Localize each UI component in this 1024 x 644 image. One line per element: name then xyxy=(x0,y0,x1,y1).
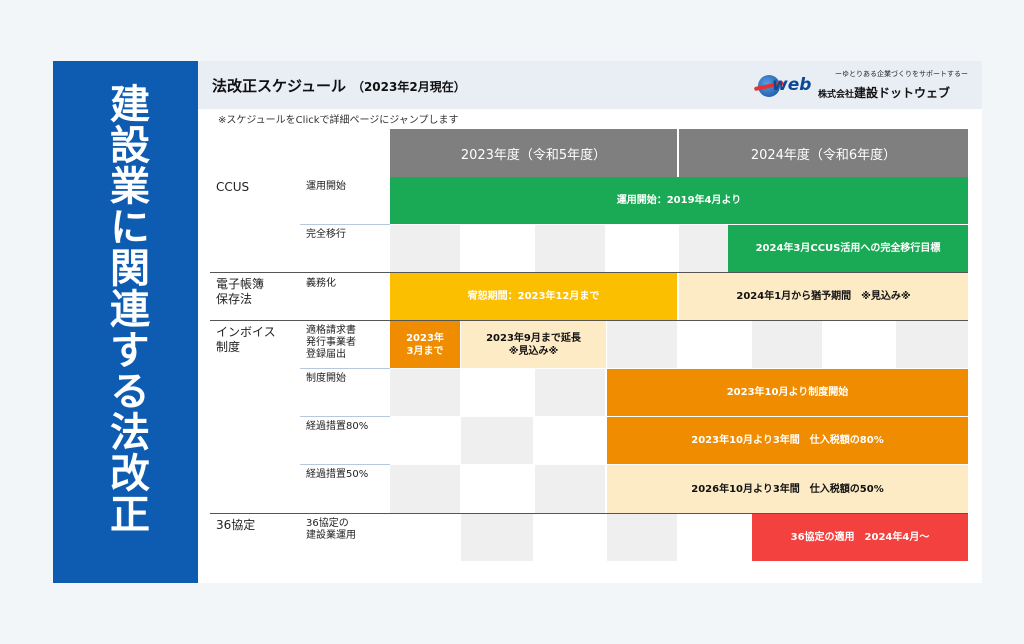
year-header-2024: 2024年度（令和6年度） xyxy=(679,129,968,177)
logo-company: 株式会社建設ドットウェブ xyxy=(818,84,950,101)
sub-unyou: 運用開始 xyxy=(306,181,346,192)
sub-36-line2: 建設業運用 xyxy=(306,530,356,541)
sub-tekikaku-line2: 発行事業者 xyxy=(306,337,356,348)
row-divider xyxy=(300,224,390,225)
bar-ccus-unyou[interactable]: 運用開始：2019年4月より xyxy=(390,177,968,224)
sub-kanzen: 完全移行 xyxy=(306,229,346,240)
sub-gimu: 義務化 xyxy=(306,278,336,289)
bar-invoice-50[interactable]: 2026年10月より3年間 仕入税額の50% xyxy=(607,465,968,513)
grid-cell xyxy=(896,321,968,368)
grid-cell xyxy=(607,321,677,368)
category-invoice: インボイス 制度 xyxy=(216,325,276,355)
sub-tekikaku-line1: 適格請求書 xyxy=(306,325,356,336)
sub-tekikaku: 適格請求書 発行事業者 登録届出 xyxy=(306,325,356,361)
grid-cell xyxy=(752,321,822,368)
bar-invoice-seido[interactable]: 2023年10月より制度開始 xyxy=(607,369,968,416)
bar-invoice-encho-line2: ※見込み※ xyxy=(508,345,559,357)
sub-36: 36協定の 建設業運用 xyxy=(306,518,356,542)
year-header-2023: 2023年度（令和5年度） xyxy=(390,129,677,177)
sub-tekikaku-line3: 登録届出 xyxy=(306,349,346,360)
bar-36-tekiyou[interactable]: 36協定の適用 2024年4月～ xyxy=(752,514,968,561)
category-36: 36協定 xyxy=(216,518,256,532)
grid-cell xyxy=(535,225,605,272)
bar-ccus-kanzen[interactable]: 2024年3月CCUS活用への完全移行目標 xyxy=(728,225,968,272)
grid-cell xyxy=(390,369,460,416)
page-title: 法改正スケジュール （2023年2月現在） xyxy=(212,75,466,96)
bar-invoice-todoke[interactable]: 2023年 3月まで xyxy=(390,321,460,368)
grid-cell xyxy=(390,225,460,272)
category-denshi: 電子帳簿 保存法 xyxy=(216,277,264,307)
grid-cell xyxy=(607,514,677,561)
category-denshi-line1: 電子帳簿 xyxy=(216,277,265,291)
bar-denshi-yuuyo[interactable]: 2024年1月から猶予期間 ※見込み※ xyxy=(679,273,968,320)
logo-tagline: ーゆとりある企業づくりをサポートするー xyxy=(835,70,968,78)
panel-header: 法改正スケジュール （2023年2月現在） ーゆとりある企業づくりをサポートするー… xyxy=(198,61,982,109)
grid-cell xyxy=(461,514,533,561)
sub-seido: 制度開始 xyxy=(306,373,346,384)
sub-80: 経過措置80% xyxy=(306,421,369,432)
page-title-text: 法改正スケジュール xyxy=(212,77,346,95)
bar-invoice-encho-line1: 2023年9月まで延長 xyxy=(486,332,581,344)
row-divider xyxy=(300,368,390,369)
grid-cell xyxy=(535,465,605,513)
bar-invoice-encho[interactable]: 2023年9月まで延長 ※見込み※ xyxy=(461,321,606,368)
company-logo[interactable]: ーゆとりある企業づくりをサポートするー web 株式会社建設ドットウェブ xyxy=(758,69,968,103)
grid-cell xyxy=(535,369,605,416)
logo-company-prefix: 株式会社 xyxy=(818,90,855,100)
grid-cell xyxy=(461,417,533,464)
bar-invoice-80[interactable]: 2023年10月より3年間 仕入税額の80% xyxy=(607,417,968,464)
row-divider xyxy=(300,464,390,465)
page-subtitle: （2023年2月現在） xyxy=(351,80,466,94)
row-divider xyxy=(300,416,390,417)
grid-cell xyxy=(390,465,460,513)
sidebar-title: 建設業に関連する法改正 xyxy=(103,83,149,534)
bar-invoice-todoke-line1: 2023年 xyxy=(406,332,444,344)
bar-denshi-yuujo[interactable]: 宥恕期間：2023年12月まで xyxy=(390,273,677,320)
sidebar: 建設業に関連する法改正 xyxy=(53,61,198,583)
category-invoice-line1: インボイス xyxy=(216,325,276,339)
sub-36-line1: 36協定の xyxy=(306,518,349,529)
category-denshi-line2: 保存法 xyxy=(216,292,253,306)
category-ccus: CCUS xyxy=(216,180,250,194)
bar-invoice-todoke-line2: 3月まで xyxy=(406,345,444,357)
logo-company-name: 建設ドットウェブ xyxy=(854,86,951,100)
sub-50: 経過措置50% xyxy=(306,469,369,480)
logo-web-text: web xyxy=(772,75,812,95)
category-invoice-line2: 制度 xyxy=(216,340,241,354)
click-note: ※スケジュールをClickで詳細ページにジャンプします xyxy=(218,115,459,126)
